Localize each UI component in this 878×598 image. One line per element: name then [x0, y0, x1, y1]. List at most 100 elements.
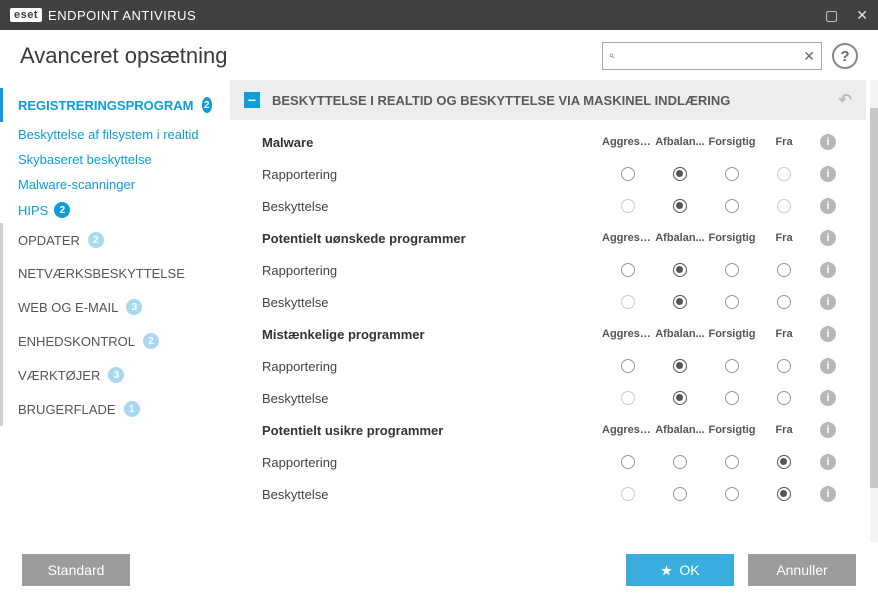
sidebar-item-6[interactable]: BRUGERFLADE1 — [0, 392, 230, 426]
column-header: Aggressiv — [602, 232, 654, 244]
radio-option-2[interactable] — [725, 487, 739, 501]
default-button[interactable]: Standard — [22, 554, 130, 586]
badge: 3 — [126, 299, 142, 315]
radio-option-0[interactable] — [621, 359, 635, 373]
settings-row: Beskyttelsei — [230, 190, 866, 222]
window-close-icon[interactable]: ✕ — [856, 7, 868, 24]
radio-option-3[interactable] — [777, 487, 791, 501]
radio-option-3[interactable] — [777, 359, 791, 373]
radio-option-2[interactable] — [725, 199, 739, 213]
scrollbar-thumb[interactable] — [870, 108, 878, 488]
settings-row: Rapportering i — [230, 254, 866, 286]
collapse-icon[interactable]: − — [244, 92, 260, 108]
radio-option-0[interactable] — [621, 263, 635, 277]
radio-option-1[interactable] — [673, 455, 687, 469]
info-icon[interactable]: i — [820, 358, 836, 374]
sidebar-subitem-label: Malware-scanninger — [18, 177, 135, 192]
sidebar-item-2[interactable]: NETVÆRKSBESKYTTELSE — [0, 257, 230, 290]
row-label: Rapportering — [262, 455, 602, 470]
radio-option-2[interactable] — [725, 359, 739, 373]
sidebar-item-5[interactable]: VÆRKTØJER3 — [0, 358, 230, 392]
brand-logo: eset — [10, 8, 42, 22]
info-icon[interactable]: i — [820, 390, 836, 406]
info-icon[interactable]: i — [820, 262, 836, 278]
info-icon[interactable]: i — [820, 422, 836, 438]
sidebar-item-label: WEB OG E-MAIL — [18, 300, 118, 315]
row-label: Rapportering — [262, 263, 602, 278]
radio-option-2[interactable] — [725, 455, 739, 469]
info-icon[interactable]: i — [820, 230, 836, 246]
sidebar: REGISTRERINGSPROGRAM2Beskyttelse af fils… — [0, 80, 230, 578]
info-icon[interactable]: i — [820, 294, 836, 310]
sidebar-subitem-0-1[interactable]: Skybaseret beskyttelse — [0, 147, 230, 172]
group-header: MalwareAggressivAfbalan...ForsigtigFrai — [230, 126, 866, 158]
column-header: Fra — [758, 136, 810, 148]
sidebar-subitem-0-0[interactable]: Beskyttelse af filsystem i realtid — [0, 122, 230, 147]
radio-option-2[interactable] — [725, 167, 739, 181]
radio-option-2[interactable] — [725, 295, 739, 309]
page-title: Avanceret opsætning — [20, 43, 228, 69]
radio-option-1[interactable] — [673, 263, 687, 277]
column-header: Fra — [758, 232, 810, 244]
column-header: Forsigtig — [706, 136, 758, 148]
sidebar-item-label: NETVÆRKSBESKYTTELSE — [18, 266, 185, 281]
row-label: Beskyttelse — [262, 295, 602, 310]
radio-option-2[interactable] — [725, 263, 739, 277]
radio-option-3[interactable] — [777, 391, 791, 405]
info-icon[interactable]: i — [820, 486, 836, 502]
settings-row: Beskyttelse i — [230, 478, 866, 510]
sidebar-item-1[interactable]: OPDATER2 — [0, 223, 230, 257]
radio-option-3[interactable] — [777, 263, 791, 277]
radio-option-3[interactable] — [777, 455, 791, 469]
radio-option-1[interactable] — [673, 391, 687, 405]
radio-option-1[interactable] — [673, 359, 687, 373]
group-title: Potentielt usikre programmer — [262, 423, 602, 438]
search-clear-icon[interactable]: ✕ — [803, 48, 815, 65]
sidebar-subitem-label: HIPS — [18, 203, 48, 218]
radio-option-0 — [621, 295, 635, 309]
footer: Standard OK Annuller — [0, 542, 878, 598]
radio-option-1[interactable] — [673, 167, 687, 181]
row-label: Beskyttelse — [262, 391, 602, 406]
radio-option-3 — [777, 199, 791, 213]
sidebar-subitem-label: Skybaseret beskyttelse — [18, 152, 152, 167]
radio-option-1[interactable] — [673, 295, 687, 309]
sidebar-item-0[interactable]: REGISTRERINGSPROGRAM2 — [0, 88, 230, 122]
radio-option-0[interactable] — [621, 167, 635, 181]
column-header: Forsigtig — [706, 424, 758, 436]
info-icon[interactable]: i — [820, 326, 836, 342]
cancel-button[interactable]: Annuller — [748, 554, 856, 586]
search-input[interactable] — [615, 49, 803, 64]
radio-option-1[interactable] — [673, 199, 687, 213]
info-icon[interactable]: i — [820, 454, 836, 470]
radio-option-0 — [621, 391, 635, 405]
ok-button[interactable]: OK — [626, 554, 734, 586]
settings-row: Rapporteringi — [230, 158, 866, 190]
revert-icon[interactable]: ↶ — [839, 90, 852, 110]
radio-option-0 — [621, 487, 635, 501]
badge: 3 — [108, 367, 124, 383]
settings-row: Beskyttelse i — [230, 286, 866, 318]
column-header: Aggressiv — [602, 328, 654, 340]
column-header: Fra — [758, 328, 810, 340]
search-box[interactable]: ✕ — [602, 42, 822, 70]
group-title: Malware — [262, 135, 602, 150]
window-maximize-icon[interactable]: ▢ — [825, 7, 838, 24]
badge: 2 — [54, 202, 70, 218]
sidebar-item-3[interactable]: WEB OG E-MAIL 3 — [0, 290, 230, 324]
info-icon[interactable]: i — [820, 166, 836, 182]
row-label: Beskyttelse — [262, 487, 602, 502]
info-icon[interactable]: i — [820, 134, 836, 150]
sidebar-subitem-0-2[interactable]: Malware-scanninger — [0, 172, 230, 197]
radio-option-0[interactable] — [621, 455, 635, 469]
radio-option-2[interactable] — [725, 391, 739, 405]
scrollbar[interactable] — [870, 80, 878, 578]
radio-option-1[interactable] — [673, 487, 687, 501]
group-title: Mistænkelige programmer — [262, 327, 602, 342]
help-button[interactable]: ? — [832, 43, 858, 69]
sidebar-item-4[interactable]: ENHEDSKONTROL2 — [0, 324, 230, 358]
radio-option-3[interactable] — [777, 295, 791, 309]
sidebar-subitem-0-3[interactable]: HIPS 2 — [0, 197, 230, 223]
info-icon[interactable]: i — [820, 198, 836, 214]
radio-option-3 — [777, 167, 791, 181]
